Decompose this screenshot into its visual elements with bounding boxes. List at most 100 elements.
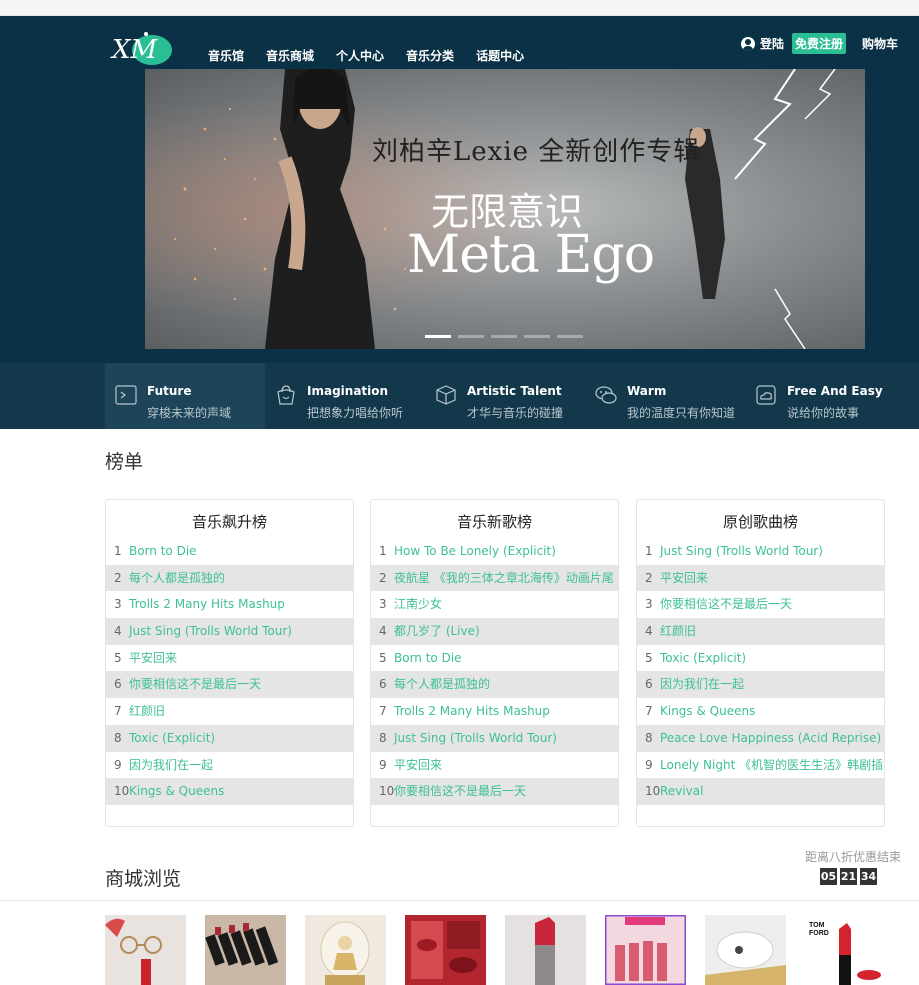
song-title[interactable]: Kings & Queens [660,698,755,725]
song-title[interactable]: 因为我们在一起 [660,671,744,698]
product-lipstick-set[interactable] [205,915,286,985]
chart-song-row[interactable]: 4 都几岁了 (Live) [371,618,618,645]
chart-song-row[interactable]: 3 Trolls 2 Many Hits Mashup [106,591,353,618]
song-rank: 9 [114,757,122,772]
chart-song-row[interactable]: 10 你要相信这不是最后一天 [371,778,618,805]
song-title[interactable]: 你要相信这不是最后一天 [660,591,792,618]
song-title[interactable]: 每个人都是孤独的 [394,671,490,698]
chart-title: 音乐飙升榜 [191,513,267,531]
song-title[interactable]: Toxic (Explicit) [129,725,215,752]
slide-dot[interactable] [491,335,517,338]
chart-song-row[interactable]: 7 Kings & Queens [637,698,884,725]
chart-song-row[interactable]: 1 Born to Die [106,538,353,565]
song-title[interactable]: Born to Die [394,645,462,672]
song-rank: 2 [114,570,122,585]
chart-song-row[interactable]: 2 夜航星 《我的三体之章北海传》动画片尾 [371,564,618,592]
song-rank: 1 [379,544,387,558]
song-title[interactable]: 平安回来 [660,565,708,592]
song-title[interactable]: 平安回来 [129,645,177,672]
chart-song-row[interactable]: 10 Kings & Queens [106,778,353,805]
song-title[interactable]: 你要相信这不是最后一天 [129,671,261,698]
chart-song-row[interactable]: 8 Just Sing (Trolls World Tour) [371,724,618,752]
chart-song-row[interactable]: 5 Toxic (Explicit) [637,645,884,672]
song-title[interactable]: 红颜旧 [129,698,165,725]
product-colourpop-box[interactable] [605,915,686,985]
login-link[interactable]: 登陆 [740,35,784,52]
chart-song-row[interactable]: 8 Toxic (Explicit) [106,724,353,752]
song-title[interactable]: Trolls 2 Many Hits Mashup [129,591,285,618]
feature-imagination[interactable]: Imagination 把想象力唱给你听 [265,363,425,429]
chart-song-row[interactable]: 6 每个人都是孤独的 [371,671,618,699]
song-title[interactable]: 你要相信这不是最后一天 [394,778,526,805]
product-glasses-and-lipstick[interactable] [105,915,186,985]
feature-future[interactable]: Future 穿梭未来的声域 [105,363,265,429]
song-title[interactable]: Kings & Queens [129,778,224,805]
song-title[interactable]: 因为我们在一起 [129,752,213,779]
feature-free-and-easy[interactable]: Free And Easy 说给你的故事 [745,363,905,429]
slide-dot[interactable] [458,335,484,338]
song-title[interactable]: 江南少女 [394,591,442,618]
nav-item-music-hall[interactable]: 音乐馆 [208,47,244,64]
chart-song-list: 1 Just Sing (Trolls World Tour) 2 平安回来 3 你要相信… [637,538,884,805]
feature-artistic-talent[interactable]: Artistic Talent 才华与音乐的碰撞 [425,363,585,429]
cart-link[interactable]: 购物车 [862,35,898,52]
countdown-minutes: 21 [840,868,857,885]
nav-item-topic-center[interactable]: 话题中心 [476,47,524,64]
chart-song-row[interactable]: 6 因为我们在一起 [637,671,884,699]
chart-song-row[interactable]: 7 Trolls 2 Many Hits Mashup [371,698,618,725]
song-title[interactable]: How To Be Lonely (Explicit) [394,538,556,565]
chart-song-row[interactable]: 10 Revival [637,778,884,805]
song-title[interactable]: Revival [660,778,703,805]
chart-song-row[interactable]: 5 Born to Die [371,645,618,672]
song-title[interactable]: 都几岁了 (Live) [394,618,480,645]
chart-song-row[interactable]: 6 你要相信这不是最后一天 [106,671,353,699]
song-rank: 10 [114,784,130,799]
nav-item-personal-center[interactable]: 个人中心 [336,47,384,64]
song-title[interactable]: Toxic (Explicit) [660,645,746,672]
chart-song-row[interactable]: 3 江南少女 [371,591,618,618]
chart-song-row[interactable]: 1 Just Sing (Trolls World Tour) [637,538,884,565]
song-title[interactable]: Born to Die [129,538,197,565]
product-lipstick-magazine[interactable] [405,915,486,985]
chat-icon [595,386,617,404]
product-music-box[interactable] [305,915,386,985]
song-title[interactable]: Trolls 2 Many Hits Mashup [394,698,550,725]
chart-song-list: 1 Born to Die 2 每个人都是孤独的 3 Trolls 2 Many Hits… [106,538,353,805]
chart-song-row[interactable]: 9 Lonely Night 《机智的医生生活》韩剧插曲 [637,752,884,779]
product-white-compact[interactable] [705,915,786,985]
chart-song-row[interactable]: 4 Just Sing (Trolls World Tour) [106,618,353,645]
slide-dot[interactable] [557,335,583,338]
song-title[interactable]: Lonely Night 《机智的医生生活》韩剧插曲 [660,752,884,779]
hero-banner[interactable]: 刘柏辛Lexie 全新创作专辑 无限意识 Meta Ego [145,69,865,349]
slide-dot[interactable] [524,335,550,338]
song-title[interactable]: 平安回来 [394,752,442,779]
chart-song-row[interactable]: 9 因为我们在一起 [106,752,353,779]
chart-song-row[interactable]: 7 红颜旧 [106,698,353,725]
chart-song-row[interactable]: 2 每个人都是孤独的 [106,564,353,592]
product-tom-ford-lipstick[interactable]: TOM FORD [805,915,886,985]
register-button[interactable]: 免费注册 [791,33,846,54]
song-title[interactable]: Just Sing (Trolls World Tour) [394,725,557,752]
song-title[interactable]: Peace Love Happiness (Acid Reprise) [660,725,881,752]
nav-item-music-category[interactable]: 音乐分类 [406,47,454,64]
chart-song-row[interactable]: 1 How To Be Lonely (Explicit) [371,538,618,565]
chart-title: 原创歌曲榜 [722,513,798,531]
song-rank: 6 [645,677,653,692]
site-logo[interactable]: XM [110,28,174,68]
song-title[interactable]: 红颜旧 [660,618,696,645]
song-title[interactable]: Just Sing (Trolls World Tour) [660,538,823,565]
chart-song-row[interactable]: 4 红颜旧 [637,618,884,645]
feature-warm[interactable]: Warm 我的温度只有你知道 [585,363,745,429]
song-rank: 1 [645,544,653,558]
chart-song-row[interactable]: 8 Peace Love Happiness (Acid Reprise) [637,724,884,752]
song-title[interactable]: 每个人都是孤独的 [129,565,225,592]
chart-song-row[interactable]: 9 平安回来 [371,752,618,779]
chart-song-row[interactable]: 5 平安回来 [106,645,353,672]
chart-song-row[interactable]: 3 你要相信这不是最后一天 [637,591,884,618]
song-title[interactable]: 夜航星 《我的三体之章北海传》动画片尾 [394,565,614,592]
product-red-lipstick[interactable] [505,915,586,985]
chart-song-row[interactable]: 2 平安回来 [637,564,884,592]
song-title[interactable]: Just Sing (Trolls World Tour) [129,618,292,645]
nav-item-music-store[interactable]: 音乐商城 [266,47,314,64]
slide-dot[interactable] [425,335,451,338]
